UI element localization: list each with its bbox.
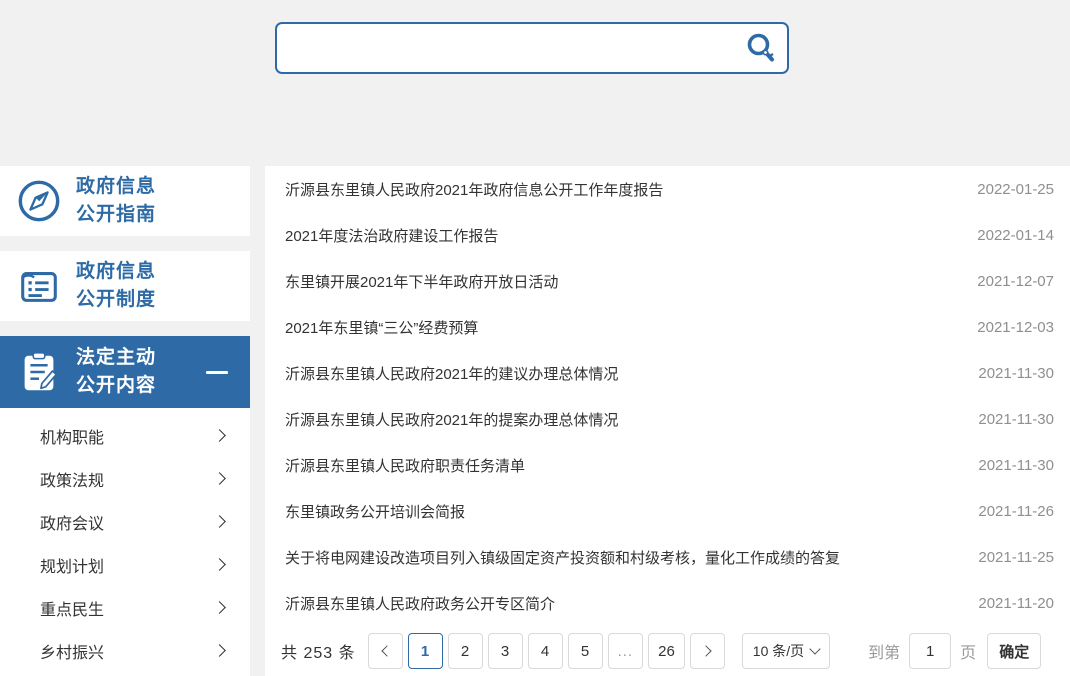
- chevron-right-icon: [213, 472, 226, 485]
- chevron-down-icon: [809, 643, 820, 654]
- list-item[interactable]: 东里镇政务公开培训会简报 2021-11-26: [281, 488, 1054, 534]
- article-title[interactable]: 2021年东里镇“三公”经费预算: [281, 317, 478, 338]
- submenu-item-1[interactable]: 机构职能: [0, 414, 250, 457]
- article-title[interactable]: 关于将电网建设改造项目列入镇级固定资产投资额和村级考核，量化工作成绩的答复: [281, 547, 840, 568]
- next-page-button[interactable]: [690, 633, 725, 669]
- chevron-left-icon: [381, 645, 392, 656]
- article-title[interactable]: 东里镇政务公开培训会简报: [281, 501, 465, 522]
- pagination: 共 253 条 12345...26 10 条/页 到第 页 确定: [281, 633, 1054, 669]
- submenu-item-6[interactable]: 乡村振兴: [0, 629, 250, 672]
- article-date: 2021-11-30: [962, 365, 1054, 382]
- article-title[interactable]: 东里镇开展2021年下半年政府开放日活动: [281, 271, 558, 292]
- submenu-item-2[interactable]: 政策法规: [0, 457, 250, 500]
- list-item[interactable]: 关于将电网建设改造项目列入镇级固定资产投资额和村级考核，量化工作成绩的答复 202…: [281, 534, 1054, 580]
- notebook-icon: [16, 263, 62, 309]
- page-button-26[interactable]: 26: [648, 633, 685, 669]
- article-date: 2021-12-07: [961, 273, 1054, 290]
- chevron-right-icon: [213, 558, 226, 571]
- article-panel: 沂源县东里镇人民政府2021年政府信息公开工作年度报告 2022-01-25 202…: [265, 166, 1070, 676]
- submenu-item-label: 重点民生: [40, 596, 104, 620]
- article-date: 2021-11-25: [962, 549, 1054, 566]
- page-button-2[interactable]: 2: [448, 633, 483, 669]
- sidebar-item-label: 政府信息公开制度: [76, 258, 156, 315]
- sidebar-item-label: 法定主动公开内容: [76, 344, 156, 401]
- article-title[interactable]: 沂源县东里镇人民政府职责任务清单: [281, 455, 525, 476]
- total-count: 共 253 条: [281, 639, 356, 663]
- article-title[interactable]: 沂源县东里镇人民政府2021年政府信息公开工作年度报告: [281, 179, 663, 200]
- list-item[interactable]: 沂源县东里镇人民政府2021年的提案办理总体情况 2021-11-30: [281, 396, 1054, 442]
- article-date: 2022-01-14: [961, 227, 1054, 244]
- sidebar-item-2[interactable]: 政府信息公开制度: [0, 251, 250, 321]
- submenu-item-5[interactable]: 重点民生: [0, 586, 250, 629]
- submenu-item-4[interactable]: 规划计划: [0, 543, 250, 586]
- submenu-item-label: 政策法规: [40, 467, 104, 491]
- article-date: 2021-11-26: [962, 503, 1054, 520]
- article-title[interactable]: 2021年度法治政府建设工作报告: [281, 225, 498, 246]
- submenu-item-3[interactable]: 政府会议: [0, 500, 250, 543]
- chevron-right-icon: [213, 644, 226, 657]
- chevron-right-icon: [700, 645, 711, 656]
- article-date: 2021-12-03: [961, 319, 1054, 336]
- compass-icon: [16, 178, 62, 224]
- page-button-1[interactable]: 1: [408, 633, 443, 669]
- chevron-right-icon: [213, 601, 226, 614]
- list-item[interactable]: 东里镇开展2021年下半年政府开放日活动 2021-12-07: [281, 258, 1054, 304]
- article-title[interactable]: 沂源县东里镇人民政府2021年的提案办理总体情况: [281, 409, 618, 430]
- goto-prefix-label: 到第: [868, 639, 900, 663]
- list-item[interactable]: 沂源县东里镇人民政府2021年政府信息公开工作年度报告 2022-01-25: [281, 166, 1054, 212]
- article-date: 2021-11-30: [962, 457, 1054, 474]
- sidebar-item-3[interactable]: 法定主动公开内容: [0, 336, 250, 408]
- article-date: 2021-11-20: [962, 595, 1054, 612]
- goto-page-input[interactable]: [909, 633, 951, 669]
- chevron-right-icon: [213, 429, 226, 442]
- list-item[interactable]: 2021年度法治政府建设工作报告 2022-01-14: [281, 212, 1054, 258]
- goto-suffix-label: 页: [960, 639, 976, 663]
- page-size-value: 10 条/页: [753, 641, 804, 661]
- page-size-select[interactable]: 10 条/页: [742, 633, 830, 669]
- list-item[interactable]: 沂源县东里镇人民政府职责任务清单 2021-11-30: [281, 442, 1054, 488]
- submenu-item-label: 机构职能: [40, 424, 104, 448]
- page-button-5[interactable]: 5: [568, 633, 603, 669]
- article-title[interactable]: 沂源县东里镇人民政府政务公开专区简介: [281, 593, 555, 614]
- chevron-right-icon: [213, 515, 226, 528]
- search-button[interactable]: [735, 24, 787, 72]
- minus-icon: [206, 371, 228, 374]
- search-icon: [744, 31, 778, 65]
- list-item[interactable]: 2021年东里镇“三公”经费预算 2021-12-03: [281, 304, 1054, 350]
- submenu-item-label: 乡村振兴: [40, 639, 104, 663]
- page-button-4[interactable]: 4: [528, 633, 563, 669]
- clipboard-pencil-icon: [16, 349, 62, 395]
- page: 政府信息公开指南政府信息公开制度法定主动公开内容 机构职能政策法规政府会议规划计…: [0, 0, 1070, 676]
- page-ellipsis-button[interactable]: ...: [608, 633, 644, 669]
- prev-page-button[interactable]: [368, 633, 403, 669]
- search-box: [275, 22, 789, 74]
- article-date: 2022-01-25: [961, 181, 1054, 198]
- sidebar-submenu: 机构职能政策法规政府会议规划计划重点民生乡村振兴: [0, 408, 250, 676]
- article-title[interactable]: 沂源县东里镇人民政府2021年的建议办理总体情况: [281, 363, 618, 384]
- list-item[interactable]: 沂源县东里镇人民政府政务公开专区简介 2021-11-20: [281, 580, 1054, 626]
- sidebar: 政府信息公开指南政府信息公开制度法定主动公开内容 机构职能政策法规政府会议规划计…: [0, 166, 250, 676]
- article-date: 2021-11-30: [962, 411, 1054, 428]
- sidebar-item-label: 政府信息公开指南: [76, 173, 156, 230]
- search-input[interactable]: [277, 24, 735, 72]
- submenu-item-label: 规划计划: [40, 553, 104, 577]
- article-list: 沂源县东里镇人民政府2021年政府信息公开工作年度报告 2022-01-25 202…: [281, 166, 1054, 626]
- confirm-button[interactable]: 确定: [987, 633, 1041, 669]
- page-button-3[interactable]: 3: [488, 633, 523, 669]
- submenu-item-label: 政府会议: [40, 510, 104, 534]
- sidebar-item-1[interactable]: 政府信息公开指南: [0, 166, 250, 236]
- list-item[interactable]: 沂源县东里镇人民政府2021年的建议办理总体情况 2021-11-30: [281, 350, 1054, 396]
- search-section: [0, 0, 1070, 166]
